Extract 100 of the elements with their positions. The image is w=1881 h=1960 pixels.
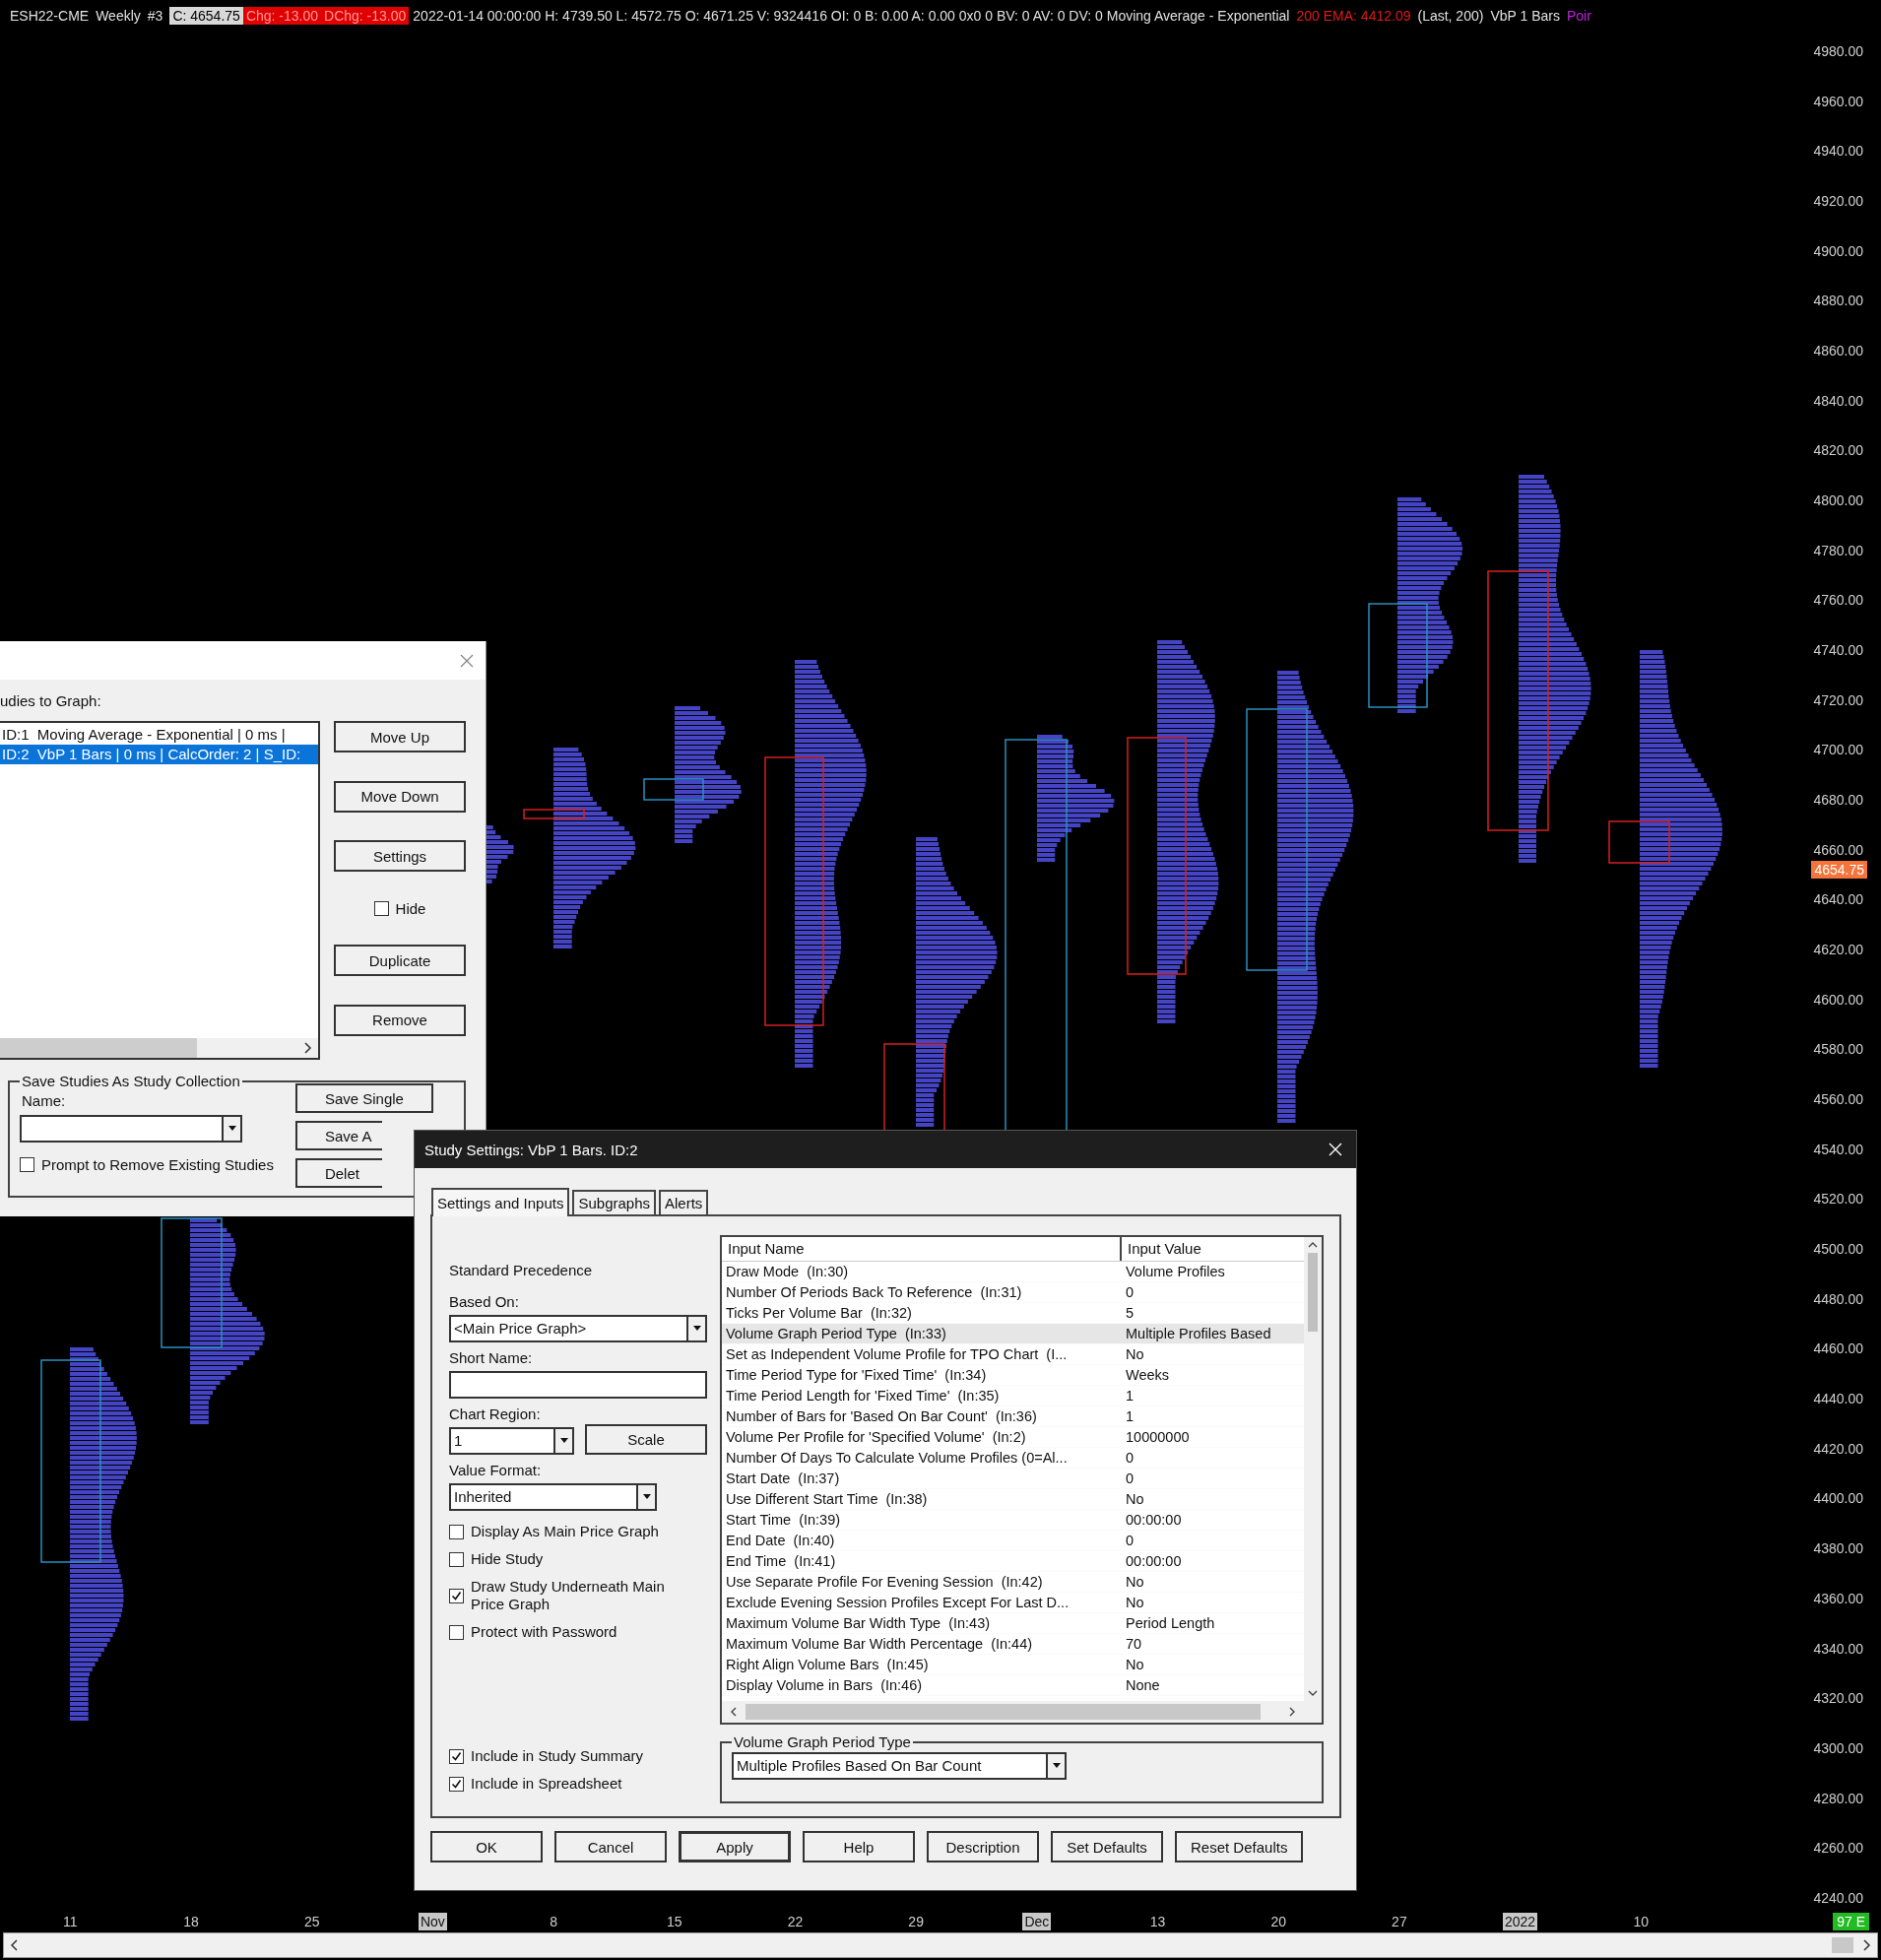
dropdown[interactable]: Multiple Profiles Based On Bar Count [732,1752,1067,1780]
table-cell-text: Number Of Days To Calculate Volume Profiles (0=Al... [725,1449,1069,1468]
chevron-up-icon[interactable] [1308,1241,1318,1249]
price-label: 4600.00 [1813,991,1863,1008]
chevron-right-icon[interactable] [1861,1939,1871,1951]
table-row[interactable]: Maximum Volume Bar Width Type (In:43) Period Length [722,1613,1304,1634]
table-row[interactable]: Set as Independent Volume Profile for TPO Chart (I... No [722,1344,1304,1365]
table-row[interactable]: Right Align Volume Bars (In:45) No [722,1655,1304,1675]
table-cell-text: No [1125,1594,1144,1612]
table-row[interactable]: Use Different Start Time (In:38) No [722,1489,1304,1510]
chevron-left-icon[interactable] [730,1707,738,1717]
dialog-button[interactable]: Save A [294,1121,382,1150]
scrollbar-thumb[interactable] [0,1038,197,1058]
table-row[interactable]: Maximum Volume Bar Width Percentage (In:44) 70 [722,1634,1304,1655]
tab[interactable]: Alerts [659,1190,709,1214]
checkbox[interactable]: Draw Study Underneath Main Price Graph [449,1578,707,1613]
checkbox[interactable]: Hide [373,899,426,917]
checkbox[interactable]: Display As Main Price Graph [449,1523,707,1540]
price-label: 4980.00 [1813,43,1863,59]
dropdown[interactable]: Inherited [449,1483,657,1511]
dialog-button[interactable]: Cancel [554,1831,667,1862]
dialog-button[interactable]: Set Defaults [1051,1831,1163,1862]
dialog-button[interactable]: Remove [334,1004,466,1036]
dialog-button[interactable]: Apply [679,1831,791,1862]
price-label: 4840.00 [1813,392,1863,409]
dialog-button[interactable]: Duplicate [334,945,466,977]
table-row[interactable]: End Date (In:40) 0 [722,1531,1304,1551]
price-label: 4240.00 [1813,1889,1863,1906]
price-label: 4780.00 [1813,542,1863,558]
chevron-left-icon[interactable] [10,1939,20,1951]
date-label: 13 [1148,1913,1167,1930]
checkbox[interactable]: Hide Study [449,1550,707,1568]
scale-button[interactable]: Scale [585,1424,707,1455]
scrollbar-thumb[interactable] [1832,1937,1853,1953]
dropdown[interactable]: 1 [449,1427,574,1455]
chevron-right-icon[interactable] [1288,1707,1296,1717]
header-text: ESH22-CME [10,7,90,25]
tab[interactable]: Settings and Inputs [431,1188,570,1216]
table-row[interactable]: Volume Graph Period Type (In:33) Multiple Profiles Based [722,1324,1304,1344]
table-row[interactable]: Exclude Evening Session Profiles Except For Last D... No [722,1593,1304,1613]
table-row[interactable]: Number of Bars for 'Based On Bar Count' (In:36) 1 [722,1406,1304,1427]
table-cell-text: 1 [1125,1407,1135,1426]
scrollbar-thumb[interactable] [746,1704,1261,1720]
date-label: 8 [549,1913,558,1930]
dialog-button[interactable]: Settings [334,840,466,873]
table-cell-text: Volume Per Profile for 'Specified Volume' (In:2) [725,1428,1027,1447]
column-header[interactable]: Input Value [1122,1237,1201,1261]
field-label: Short Name: [449,1348,534,1368]
scrollbar-thumb[interactable] [1308,1253,1318,1332]
price-label: 4700.00 [1813,742,1863,758]
price-label: 4860.00 [1813,343,1863,359]
column-header[interactable]: Input Name [722,1237,1122,1261]
table-row[interactable]: Time Period Length for 'Fixed Time' (In:35) 1 [722,1386,1304,1406]
price-label: 4800.00 [1813,492,1863,509]
date-label: 25 [302,1913,321,1930]
dialog-button[interactable]: Move Up [334,721,466,752]
dialog-button[interactable]: Move Down [334,780,466,813]
dialog-button[interactable]: Delet [294,1158,382,1188]
input-field[interactable] [449,1371,707,1399]
table-row[interactable]: Number Of Days To Calculate Volume Profiles (0=Al... 0 [722,1448,1304,1469]
table-cell-text: Weeks [1125,1366,1170,1385]
price-label: 4960.00 [1813,93,1863,109]
table-row[interactable]: Number Of Periods Back To Reference (In:31) 0 [722,1282,1304,1303]
table-row[interactable]: Draw Mode (In:30) Volume Profiles [722,1262,1304,1282]
table-row[interactable]: Start Time (In:39) 00:00:00 [722,1510,1304,1531]
table-cell-text: No [1125,1573,1144,1592]
price-label: 4380.00 [1813,1540,1863,1557]
field-label: Based On: [449,1292,520,1312]
table-row[interactable]: Time Period Type for 'Fixed Time' (In:34) Weeks [722,1365,1304,1386]
study-list-item[interactable]: ID:2 VbP 1 Bars | 0 ms | CalcOrder: 2 | S_ID: [0,745,318,764]
table-cell-text: 5 [1125,1304,1135,1323]
dialog-button[interactable]: Save Single [294,1083,433,1113]
table-row[interactable]: Display Volume in Bars (In:46) None [722,1675,1304,1696]
table-row[interactable]: Volume Per Profile for 'Specified Volume' (In:2) 10000000 [722,1427,1304,1448]
study-list-item[interactable]: ID:1 Moving Average - Exponential | 0 ms | [0,725,318,745]
scrollbar[interactable] [3,1932,1878,1958]
checkbox[interactable]: Include in Spreadsheet [449,1775,707,1793]
checkbox[interactable]: Protect with Password [449,1623,707,1641]
checkbox[interactable]: Prompt to Remove Existing Studies [20,1156,274,1173]
dialog-button[interactable]: Description [927,1831,1039,1862]
table-row[interactable]: End Time (In:41) 00:00:00 [722,1551,1304,1572]
dialog-button[interactable]: OK [430,1831,543,1862]
scrollbar[interactable] [1304,1237,1322,1701]
tab[interactable]: Subgraphs [572,1190,656,1214]
table-row[interactable]: Start Date (In:37) 0 [722,1469,1304,1489]
chevron-down-icon[interactable] [1308,1689,1318,1697]
scrollbar[interactable] [0,1038,318,1058]
table-cell-text: 0 [1125,1449,1135,1468]
checkbox[interactable]: Include in Study Summary [449,1747,707,1765]
table-cell-text: End Time (In:41) [725,1552,837,1571]
chevron-right-icon[interactable] [302,1042,312,1054]
dialog-button[interactable]: Help [803,1831,915,1862]
checkmark-icon [451,1590,462,1601]
dropdown[interactable] [20,1115,242,1143]
dropdown[interactable]: <Main Price Graph> [449,1315,707,1342]
price-label: 4400.00 [1813,1490,1863,1507]
dialog-button[interactable]: Reset Defaults [1175,1831,1304,1862]
scrollbar[interactable] [722,1701,1322,1723]
table-row[interactable]: Use Separate Profile For Evening Session (In:42) No [722,1572,1304,1593]
price-label: 4340.00 [1813,1640,1863,1657]
